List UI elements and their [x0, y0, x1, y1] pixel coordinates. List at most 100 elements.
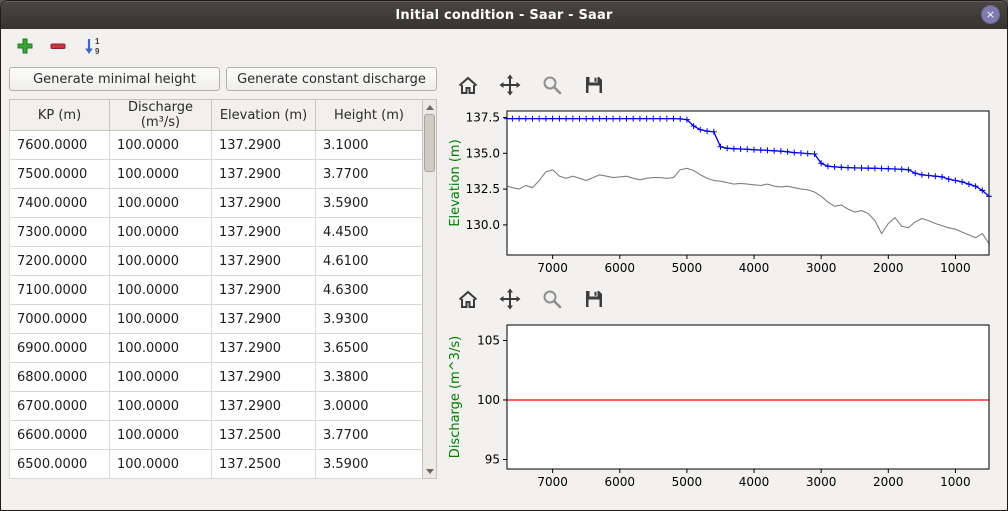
table-scrollbar[interactable]	[422, 99, 437, 479]
initial-condition-table: KP (m)Discharge (m³/s)Elevation (m)Heigh…	[9, 99, 423, 479]
table-cell[interactable]: 7000.0000	[10, 305, 110, 334]
table-cell[interactable]: 4.4500	[316, 218, 423, 247]
table-cell[interactable]: 100.0000	[110, 131, 212, 160]
table-cell[interactable]: 7200.0000	[10, 247, 110, 276]
column-header[interactable]: Height (m)	[316, 100, 423, 131]
svg-text:1000: 1000	[940, 475, 971, 489]
discharge-save-button[interactable]	[581, 286, 607, 312]
sort-button[interactable]: 1 9	[81, 35, 103, 57]
discharge-pan-button[interactable]	[497, 286, 523, 312]
table-cell[interactable]: 7100.0000	[10, 276, 110, 305]
table-cell[interactable]: 4.6300	[316, 276, 423, 305]
discharge-plot[interactable]: 700060005000400030002000100095100105Disc…	[445, 317, 999, 495]
table-cell[interactable]: 137.2900	[212, 363, 316, 392]
table-cell[interactable]: 100.0000	[110, 218, 212, 247]
elevation-plot[interactable]: 7000600050004000300020001000130.0132.513…	[445, 103, 999, 281]
svg-text:130.0: 130.0	[466, 218, 500, 232]
scroll-down-button[interactable]	[423, 464, 436, 478]
svg-text:Elevation (m): Elevation (m)	[448, 139, 463, 226]
scrollbar-thumb[interactable]	[424, 114, 435, 172]
triangle-down-icon	[426, 469, 434, 474]
table-cell[interactable]: 137.2900	[212, 218, 316, 247]
svg-text:7000: 7000	[537, 475, 568, 489]
move-icon	[499, 288, 521, 310]
generate-constant-discharge-button[interactable]: Generate constant discharge	[226, 67, 437, 91]
svg-text:100: 100	[477, 393, 500, 407]
right-panel: 7000600050004000300020001000130.0132.513…	[445, 67, 999, 495]
table-cell[interactable]: 100.0000	[110, 450, 212, 479]
svg-text:9: 9	[95, 47, 100, 56]
table-cell[interactable]: 137.2900	[212, 392, 316, 421]
titlebar[interactable]: Initial condition - Saar - Saar ×	[1, 1, 1007, 29]
table-cell[interactable]: 6500.0000	[10, 450, 110, 479]
discharge-home-button[interactable]	[455, 286, 481, 312]
table-cell[interactable]: 3.7700	[316, 160, 423, 189]
svg-text:4000: 4000	[739, 261, 770, 275]
table-row: 7400.0000100.0000137.29003.5900	[10, 189, 423, 218]
home-icon	[457, 74, 479, 96]
table-cell[interactable]: 7300.0000	[10, 218, 110, 247]
table-row: 7300.0000100.0000137.29004.4500	[10, 218, 423, 247]
magnifier-icon	[541, 288, 563, 310]
add-row-button[interactable]	[15, 36, 35, 56]
svg-text:2000: 2000	[873, 475, 904, 489]
elevation-home-button[interactable]	[455, 72, 481, 98]
table-cell[interactable]: 3.7700	[316, 421, 423, 450]
elevation-pan-button[interactable]	[497, 72, 523, 98]
table-cell[interactable]: 100.0000	[110, 189, 212, 218]
scrollbar-track[interactable]	[423, 114, 436, 464]
table-cell[interactable]: 137.2900	[212, 189, 316, 218]
table-cell[interactable]: 100.0000	[110, 160, 212, 189]
save-icon	[583, 74, 605, 96]
plus-icon	[16, 37, 34, 55]
table-cell[interactable]: 137.2900	[212, 160, 316, 189]
scroll-up-button[interactable]	[423, 100, 436, 114]
column-header[interactable]: Elevation (m)	[212, 100, 316, 131]
table-cell[interactable]: 137.2500	[212, 421, 316, 450]
triangle-up-icon	[426, 105, 434, 110]
table-cell[interactable]: 137.2900	[212, 334, 316, 363]
svg-text:5000: 5000	[672, 475, 703, 489]
discharge-zoom-button[interactable]	[539, 286, 565, 312]
table-cell[interactable]: 6600.0000	[10, 421, 110, 450]
table-cell[interactable]: 3.9300	[316, 305, 423, 334]
table-cell[interactable]: 100.0000	[110, 421, 212, 450]
table-cell[interactable]: 100.0000	[110, 276, 212, 305]
table-cell[interactable]: 6800.0000	[10, 363, 110, 392]
table-cell[interactable]: 100.0000	[110, 247, 212, 276]
table-cell[interactable]: 100.0000	[110, 305, 212, 334]
table-cell[interactable]: 3.3800	[316, 363, 423, 392]
minus-icon	[49, 37, 67, 55]
table-cell[interactable]: 6900.0000	[10, 334, 110, 363]
table-cell[interactable]: 7500.0000	[10, 160, 110, 189]
table-row: 7200.0000100.0000137.29004.6100	[10, 247, 423, 276]
table-cell[interactable]: 3.6500	[316, 334, 423, 363]
table-cell[interactable]: 3.5900	[316, 189, 423, 218]
sort-ascending-icon: 1 9	[82, 36, 102, 56]
table-cell[interactable]: 100.0000	[110, 334, 212, 363]
table-row: 7500.0000100.0000137.29003.7700	[10, 160, 423, 189]
svg-text:4000: 4000	[739, 475, 770, 489]
elevation-zoom-button[interactable]	[539, 72, 565, 98]
table-cell[interactable]: 7600.0000	[10, 131, 110, 160]
table-cell[interactable]: 6700.0000	[10, 392, 110, 421]
table-cell[interactable]: 137.2900	[212, 276, 316, 305]
table-cell[interactable]: 4.6100	[316, 247, 423, 276]
elevation-save-button[interactable]	[581, 72, 607, 98]
generate-minimal-height-button[interactable]: Generate minimal height	[9, 67, 220, 91]
column-header[interactable]: Discharge (m³/s)	[110, 100, 212, 131]
table-cell[interactable]: 137.2900	[212, 247, 316, 276]
table-cell[interactable]: 137.2500	[212, 450, 316, 479]
table-cell[interactable]: 137.2900	[212, 305, 316, 334]
table-cell[interactable]: 3.1000	[316, 131, 423, 160]
close-button[interactable]: ×	[981, 5, 1000, 24]
table-cell[interactable]: 3.5900	[316, 450, 423, 479]
table-cell[interactable]: 100.0000	[110, 363, 212, 392]
table-cell[interactable]: 3.0000	[316, 392, 423, 421]
remove-row-button[interactable]	[48, 36, 68, 56]
table-cell[interactable]: 100.0000	[110, 392, 212, 421]
column-header[interactable]: KP (m)	[10, 100, 110, 131]
svg-text:3000: 3000	[806, 475, 837, 489]
table-cell[interactable]: 137.2900	[212, 131, 316, 160]
table-cell[interactable]: 7400.0000	[10, 189, 110, 218]
